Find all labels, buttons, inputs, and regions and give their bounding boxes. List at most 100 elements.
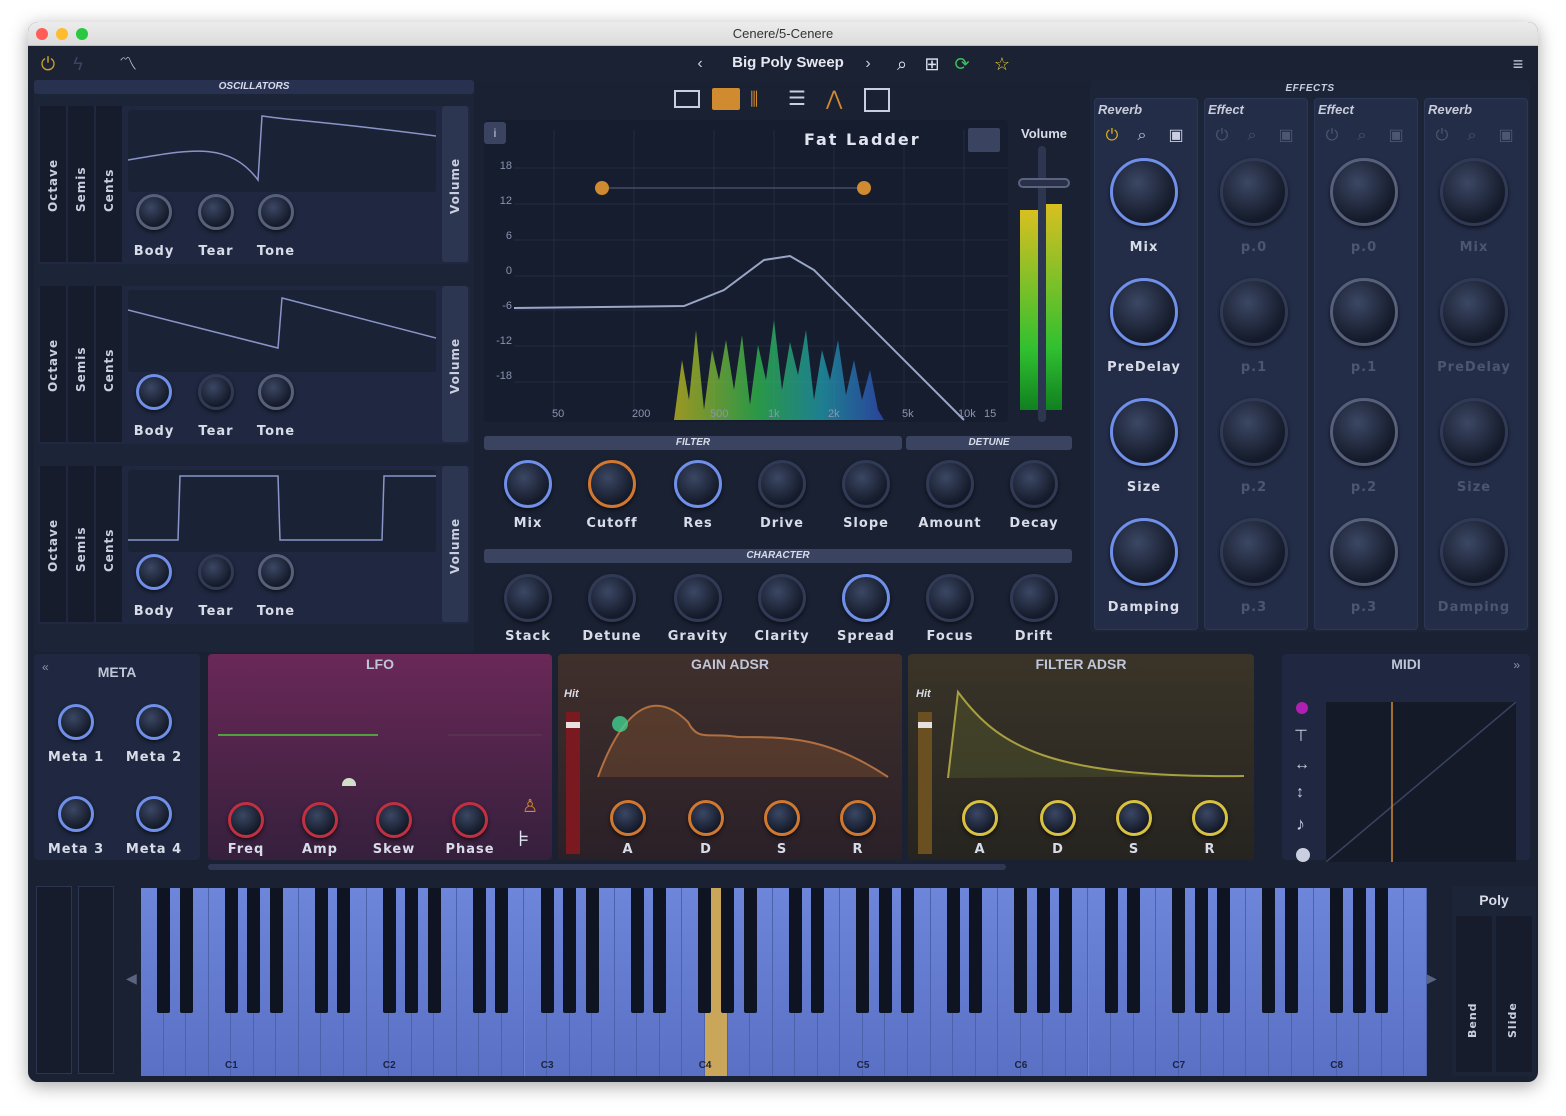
meta-meta-1-knob[interactable] xyxy=(58,704,94,740)
black-key[interactable] xyxy=(495,888,509,1013)
effect-slot-1-name[interactable]: Reverb xyxy=(1098,102,1142,117)
mixer-view-icon[interactable]: ⫼ xyxy=(750,88,776,110)
curve-icon[interactable]: 〽 xyxy=(116,52,140,76)
filter-info-button[interactable]: i xyxy=(484,122,506,144)
black-key[interactable] xyxy=(1104,888,1118,1013)
effect-4-search-icon[interactable]: ⌕ xyxy=(1462,126,1482,146)
black-key[interactable] xyxy=(653,888,667,1013)
effect-1-damping-knob[interactable] xyxy=(1110,518,1178,586)
osc-1-waveform[interactable] xyxy=(127,110,437,192)
effect-2-p-0-knob[interactable] xyxy=(1220,158,1288,226)
keyboard-scroll-right-icon[interactable]: ▶ xyxy=(1426,970,1437,987)
effect-1-predelay-knob[interactable] xyxy=(1110,278,1178,346)
close-window-button[interactable] xyxy=(36,28,48,40)
effect-3-search-icon[interactable]: ⌕ xyxy=(1352,126,1372,146)
filter-envelope[interactable] xyxy=(938,686,1248,786)
effect-2-window-icon[interactable]: ▣ xyxy=(1276,126,1296,146)
character-gravity-knob[interactable] xyxy=(674,574,722,622)
meta-meta-3-knob[interactable] xyxy=(58,796,94,832)
effect-4-power-icon[interactable]: ⏻ xyxy=(1432,126,1452,146)
osc-2-body-knob[interactable] xyxy=(136,374,172,410)
effect-1-search-icon[interactable]: ⌕ xyxy=(1132,126,1152,146)
filter-res-knob[interactable] xyxy=(674,460,722,508)
filter-cutoff-knob[interactable] xyxy=(588,460,636,508)
horizontal-arrows-icon[interactable]: ↔ xyxy=(1294,756,1310,774)
lfo-phase-knob[interactable] xyxy=(452,802,488,838)
black-key[interactable] xyxy=(247,888,261,1013)
black-key[interactable] xyxy=(788,888,802,1013)
black-key[interactable] xyxy=(269,888,283,1013)
black-key[interactable] xyxy=(969,888,983,1013)
filter-display[interactable]: i Fat Ladder 18 12 6 0 -6 -12 -18 50 200 500 1k 2k… xyxy=(484,120,1008,422)
effect-1-mix-knob[interactable] xyxy=(1110,158,1178,226)
black-key[interactable] xyxy=(224,888,238,1013)
filter-env-d-knob[interactable] xyxy=(1040,800,1076,836)
character-detune-knob[interactable] xyxy=(588,574,636,622)
detune-amount-knob[interactable] xyxy=(926,460,974,508)
black-key[interactable] xyxy=(1375,888,1389,1013)
power-icon[interactable]: ⏻ xyxy=(36,52,60,76)
black-key[interactable] xyxy=(721,888,734,1013)
split-view-icon[interactable] xyxy=(674,90,700,108)
slide-toggle[interactable] xyxy=(1496,916,1532,1072)
character-stack-knob[interactable] xyxy=(504,574,552,622)
list-view-icon[interactable]: ☰ xyxy=(788,88,814,110)
effect-2-p-1-knob[interactable] xyxy=(1220,278,1288,346)
blank-view-icon[interactable] xyxy=(864,88,890,112)
black-key[interactable] xyxy=(563,888,577,1013)
effect-1-window-icon[interactable]: ▣ xyxy=(1166,126,1186,146)
chevron-right-icon[interactable]: › xyxy=(856,52,880,76)
filter-shape-icon[interactable] xyxy=(968,128,1000,152)
osc-1-tear-knob[interactable] xyxy=(198,194,234,230)
note-icon[interactable]: ♪ xyxy=(1296,814,1305,835)
black-key[interactable] xyxy=(1036,888,1050,1013)
character-spread-knob[interactable] xyxy=(842,574,890,622)
keyboard-scroll-left-icon[interactable]: ◀ xyxy=(126,970,137,987)
pitch-wheel[interactable] xyxy=(36,886,72,1074)
character-focus-knob[interactable] xyxy=(926,574,974,622)
black-key[interactable] xyxy=(1330,888,1344,1013)
lfo-freq-knob[interactable] xyxy=(228,802,264,838)
midi-curve[interactable] xyxy=(1326,702,1516,862)
lfo-skew-knob[interactable] xyxy=(376,802,412,838)
minimize-window-button[interactable] xyxy=(56,28,68,40)
chevron-left-icon[interactable]: ‹ xyxy=(688,52,712,76)
black-key[interactable] xyxy=(1172,888,1186,1013)
black-key[interactable] xyxy=(856,888,870,1013)
black-key[interactable] xyxy=(743,888,757,1013)
filter-hit-slider[interactable] xyxy=(918,712,932,854)
black-key[interactable] xyxy=(878,888,892,1013)
gain-s-knob[interactable] xyxy=(764,800,800,836)
osc-1-body-knob[interactable] xyxy=(136,194,172,230)
black-key[interactable] xyxy=(946,888,960,1013)
effect-slot-2-name[interactable]: Effect xyxy=(1208,102,1244,117)
gain-r-knob[interactable] xyxy=(840,800,876,836)
meta-meta-2-knob[interactable] xyxy=(136,704,172,740)
black-key[interactable] xyxy=(1014,888,1028,1013)
osc-1-tone-knob[interactable] xyxy=(258,194,294,230)
black-key[interactable] xyxy=(405,888,419,1013)
osc-3-tear-knob[interactable] xyxy=(198,554,234,590)
vertical-arrows-icon[interactable]: ↕ xyxy=(1296,784,1304,802)
lfo-handle[interactable] xyxy=(342,778,356,786)
filter-type-name[interactable]: Fat Ladder xyxy=(804,130,934,149)
white-key[interactable] xyxy=(1404,888,1427,1076)
black-key[interactable] xyxy=(427,888,441,1013)
black-key[interactable] xyxy=(698,888,712,1013)
black-key[interactable] xyxy=(337,888,351,1013)
detune-decay-knob[interactable] xyxy=(1010,460,1058,508)
metronome-icon[interactable]: ♙ xyxy=(522,796,538,817)
black-key[interactable] xyxy=(179,888,193,1013)
lfo-waveform[interactable] xyxy=(218,734,378,736)
black-key[interactable] xyxy=(1352,888,1366,1013)
osc-2-tone-knob[interactable] xyxy=(258,374,294,410)
align-top-icon[interactable]: ⊤ xyxy=(1294,726,1308,746)
effect-2-power-icon[interactable]: ⏻ xyxy=(1212,126,1232,146)
black-key[interactable] xyxy=(901,888,915,1013)
effect-2-p-2-knob[interactable] xyxy=(1220,398,1288,466)
effect-slot-3-name[interactable]: Effect xyxy=(1318,102,1354,117)
effect-4-damping-knob[interactable] xyxy=(1440,518,1508,586)
effect-4-size-knob[interactable] xyxy=(1440,398,1508,466)
black-key[interactable] xyxy=(382,888,396,1013)
filter-env-a-knob[interactable] xyxy=(962,800,998,836)
